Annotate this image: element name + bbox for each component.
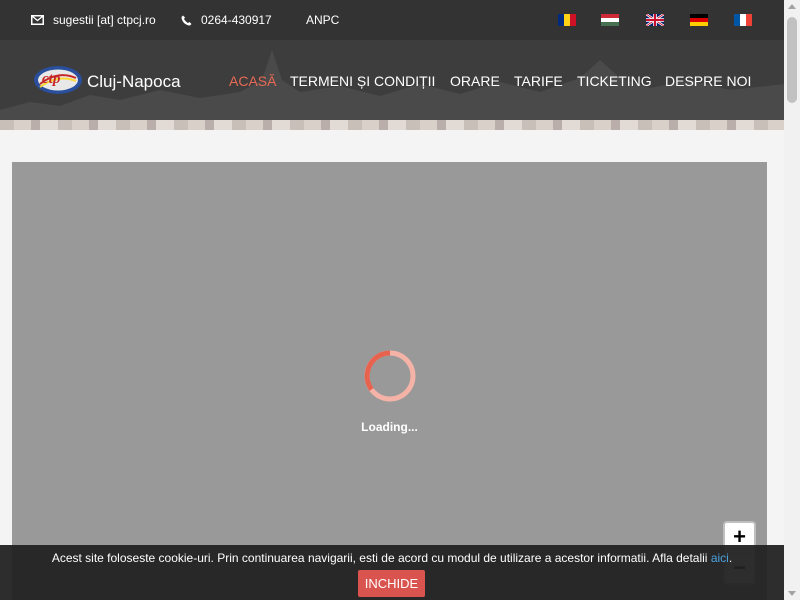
cookie-message: Acest site foloseste cookie-uri. Prin co… <box>51 551 733 565</box>
brand-name[interactable]: Cluj-Napoca <box>87 72 181 92</box>
scroll-up-arrow-icon[interactable] <box>788 4 796 9</box>
uk-flag-icon[interactable] <box>646 14 664 26</box>
phone-contact[interactable]: 0264-430917 <box>181 0 272 40</box>
anpc-link[interactable]: ANPC <box>306 0 339 40</box>
site-header: ctp Cluj-Napoca ACASĂ TERMENI ȘI CONDIȚI… <box>0 40 784 130</box>
phone-text: 0264-430917 <box>201 13 272 27</box>
envelope-icon <box>31 15 44 25</box>
nav-termeni-si-conditii[interactable]: TERMENI ȘI CONDIȚII <box>290 73 435 89</box>
close-cookie-button[interactable]: INCHIDE <box>358 570 425 597</box>
nav-orare[interactable]: ORARE <box>450 73 500 89</box>
anpc-text: ANPC <box>306 13 340 27</box>
romanian-flag-icon[interactable] <box>558 14 576 26</box>
nav-despre-noi[interactable]: DESPRE NOI <box>665 73 751 89</box>
page-scrollbar[interactable] <box>784 0 800 600</box>
french-flag-icon[interactable] <box>734 14 752 26</box>
map-container[interactable]: Loading... + − <box>12 162 767 600</box>
logo-text: ctp <box>42 71 61 87</box>
phone-icon <box>181 15 192 25</box>
german-flag-icon[interactable] <box>690 14 708 26</box>
loading-spinner-icon <box>364 350 416 402</box>
loading-text: Loading... <box>361 420 418 434</box>
cookie-banner: Acest site foloseste cookie-uri. Prin co… <box>0 545 784 600</box>
nav-acasa[interactable]: ACASĂ <box>229 73 276 89</box>
cookie-details-link[interactable]: aici <box>711 551 729 565</box>
hungarian-flag-icon[interactable] <box>601 14 619 26</box>
email-contact[interactable]: sugestii [at] ctpcj.ro <box>31 0 156 40</box>
top-bar: sugestii [at] ctpcj.ro 0264-430917 ANPC <box>0 0 784 40</box>
nav-ticketing[interactable]: TICKETING <box>577 73 652 89</box>
header-photo-strip <box>0 120 784 130</box>
email-text: sugestii [at] ctpcj.ro <box>53 13 156 27</box>
scroll-down-arrow-icon[interactable] <box>788 591 796 596</box>
nav-tarife[interactable]: TARIFE <box>514 73 563 89</box>
scrollbar-thumb[interactable] <box>787 17 797 103</box>
